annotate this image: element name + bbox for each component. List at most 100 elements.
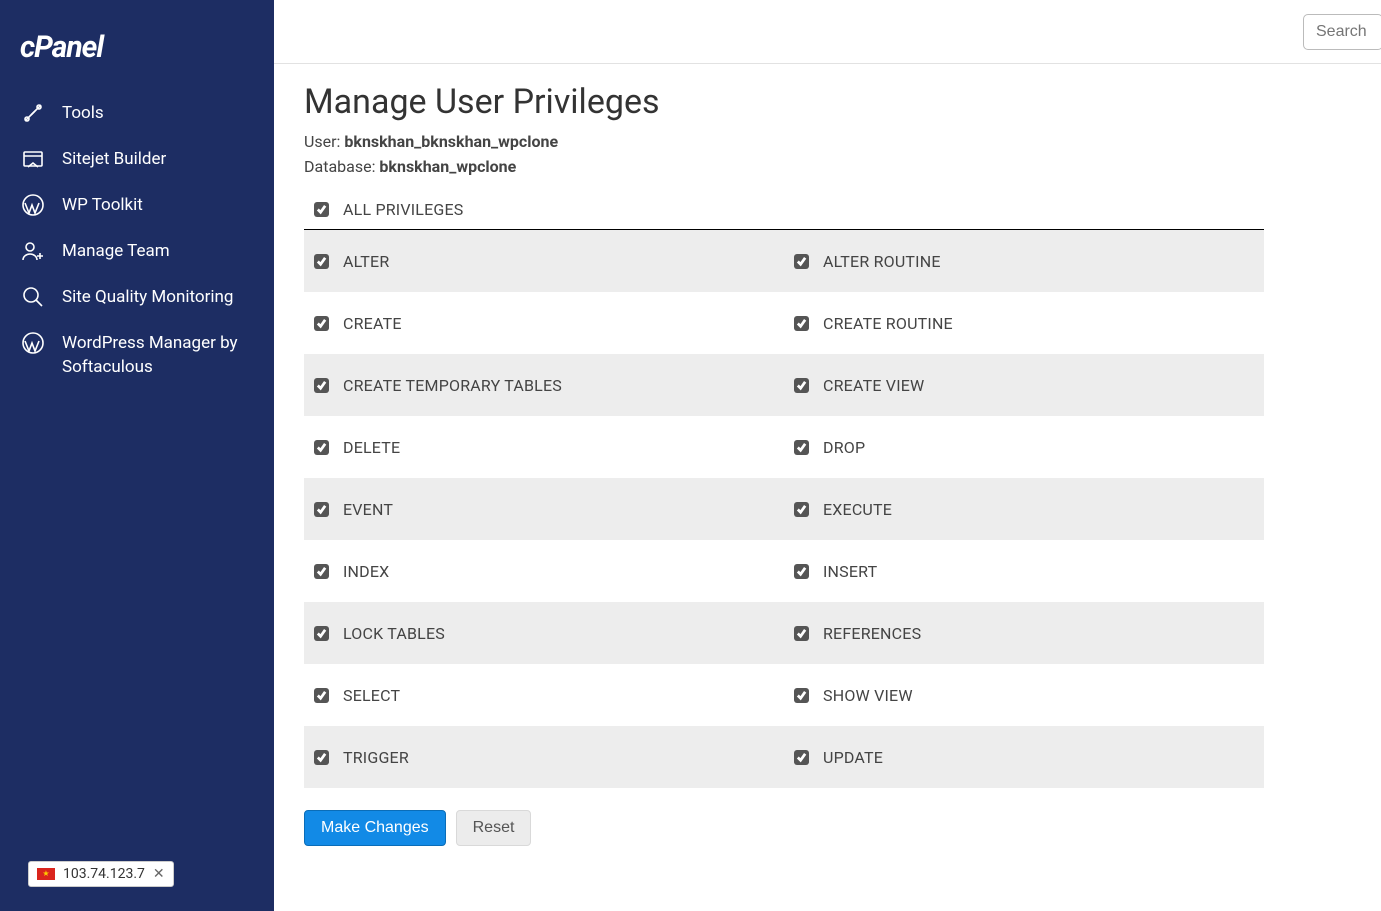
wordpress-icon [20, 330, 46, 356]
privilege-cell: REFERENCES [784, 624, 1264, 643]
privilege-cell: ALTER ROUTINE [784, 252, 1264, 271]
sidebar-item-label: Sitejet Builder [62, 146, 254, 172]
privilege-checkbox[interactable] [314, 316, 329, 331]
privilege-label: INSERT [823, 562, 877, 581]
privilege-checkbox[interactable] [794, 254, 809, 269]
all-privileges-checkbox[interactable] [314, 202, 329, 217]
action-buttons: Make Changes Reset [304, 810, 1351, 846]
brand-logo: cPanel [0, 20, 274, 90]
privilege-cell: CREATE TEMPORARY TABLES [304, 376, 784, 395]
privilege-checkbox[interactable] [794, 626, 809, 641]
user-label: User: [304, 132, 344, 151]
close-icon[interactable]: ✕ [153, 866, 165, 882]
privilege-label: SELECT [343, 686, 400, 705]
privilege-checkbox[interactable] [314, 440, 329, 455]
privilege-row: LOCK TABLES REFERENCES [304, 602, 1264, 664]
privilege-row: DELETE DROP [304, 416, 1264, 478]
privilege-cell: CREATE ROUTINE [784, 314, 1264, 333]
main-content: Manage User Privileges User: bknskhan_bk… [274, 64, 1381, 911]
privilege-cell: INDEX [304, 562, 784, 581]
privilege-checkbox[interactable] [314, 254, 329, 269]
brand-text: cPanel [20, 30, 103, 65]
privilege-cell: ALTER [304, 252, 784, 271]
ip-address-bar[interactable]: 103.74.123.7 ✕ [28, 861, 174, 887]
sitejet-icon [20, 146, 46, 172]
privilege-row: ALTER ALTER ROUTINE [304, 230, 1264, 292]
sidebar: cPanel Tools Sitejet Builder WP Toolkit … [0, 0, 274, 911]
sidebar-item-sitejet[interactable]: Sitejet Builder [0, 136, 274, 182]
privilege-label: REFERENCES [823, 624, 921, 643]
make-changes-button[interactable]: Make Changes [304, 810, 446, 846]
privilege-cell: EXECUTE [784, 500, 1264, 519]
privilege-cell: DROP [784, 438, 1264, 457]
privilege-checkbox[interactable] [314, 564, 329, 579]
privilege-row: INDEX INSERT [304, 540, 1264, 602]
all-privileges-row: ALL PRIVILEGES [304, 200, 1351, 219]
reset-button[interactable]: Reset [456, 810, 532, 846]
database-value: bknskhan_wpclone [379, 157, 516, 176]
user-value: bknskhan_bknskhan_wpclone [344, 132, 558, 151]
team-icon [20, 238, 46, 264]
privilege-cell: DELETE [304, 438, 784, 457]
sidebar-item-label: Tools [62, 100, 254, 126]
topbar [274, 0, 1381, 64]
privilege-label: CREATE [343, 314, 402, 333]
privilege-row: SELECT SHOW VIEW [304, 664, 1264, 726]
all-privileges-label: ALL PRIVILEGES [343, 200, 464, 219]
privilege-label: CREATE TEMPORARY TABLES [343, 376, 562, 395]
sidebar-item-site-quality[interactable]: Site Quality Monitoring [0, 274, 274, 320]
sidebar-item-label: Site Quality Monitoring [62, 284, 254, 310]
privilege-cell: LOCK TABLES [304, 624, 784, 643]
privilege-cell: CREATE VIEW [784, 376, 1264, 395]
privilege-cell: SHOW VIEW [784, 686, 1264, 705]
page-title: Manage User Privileges [304, 82, 1351, 122]
sidebar-item-wp-manager[interactable]: WordPress Manager by Softaculous [0, 320, 274, 390]
privilege-checkbox[interactable] [314, 750, 329, 765]
privilege-row: TRIGGER UPDATE [304, 726, 1264, 788]
privilege-label: EVENT [343, 500, 393, 519]
privilege-checkbox[interactable] [314, 378, 329, 393]
sidebar-item-manage-team[interactable]: Manage Team [0, 228, 274, 274]
privilege-checkbox[interactable] [314, 502, 329, 517]
privilege-row: CREATE CREATE ROUTINE [304, 292, 1264, 354]
database-line: Database: bknskhan_wpclone [304, 157, 1351, 176]
privileges-table: ALTER ALTER ROUTINE CREATE CREATE ROUTIN… [304, 229, 1264, 788]
wordpress-icon [20, 192, 46, 218]
privilege-label: TRIGGER [343, 748, 409, 767]
privilege-checkbox[interactable] [314, 626, 329, 641]
privilege-checkbox[interactable] [794, 316, 809, 331]
privilege-row: CREATE TEMPORARY TABLES CREATE VIEW [304, 354, 1264, 416]
sidebar-item-label: WP Toolkit [62, 192, 254, 218]
privilege-checkbox[interactable] [794, 502, 809, 517]
flag-icon [37, 868, 55, 880]
sidebar-item-label: WordPress Manager by Softaculous [62, 330, 254, 380]
privilege-checkbox[interactable] [794, 688, 809, 703]
magnify-icon [20, 284, 46, 310]
sidebar-item-wp-toolkit[interactable]: WP Toolkit [0, 182, 274, 228]
privilege-cell: UPDATE [784, 748, 1264, 767]
database-label: Database: [304, 157, 379, 176]
privilege-checkbox[interactable] [794, 440, 809, 455]
privilege-checkbox[interactable] [314, 688, 329, 703]
privilege-label: SHOW VIEW [823, 686, 913, 705]
privilege-cell: EVENT [304, 500, 784, 519]
privilege-label: DELETE [343, 438, 400, 457]
sidebar-item-tools[interactable]: Tools [0, 90, 274, 136]
privilege-checkbox[interactable] [794, 564, 809, 579]
privilege-label: LOCK TABLES [343, 624, 445, 643]
privilege-label: CREATE ROUTINE [823, 314, 953, 333]
privilege-cell: SELECT [304, 686, 784, 705]
ip-address-text: 103.74.123.7 [63, 866, 145, 882]
privilege-label: INDEX [343, 562, 389, 581]
user-line: User: bknskhan_bknskhan_wpclone [304, 132, 1351, 151]
privilege-checkbox[interactable] [794, 750, 809, 765]
tools-icon [20, 100, 46, 126]
privilege-checkbox[interactable] [794, 378, 809, 393]
privilege-label: UPDATE [823, 748, 883, 767]
privilege-label: EXECUTE [823, 500, 892, 519]
sidebar-item-label: Manage Team [62, 238, 254, 264]
privilege-label: ALTER [343, 252, 389, 271]
privilege-row: EVENT EXECUTE [304, 478, 1264, 540]
privilege-cell: TRIGGER [304, 748, 784, 767]
search-input[interactable] [1303, 14, 1381, 50]
